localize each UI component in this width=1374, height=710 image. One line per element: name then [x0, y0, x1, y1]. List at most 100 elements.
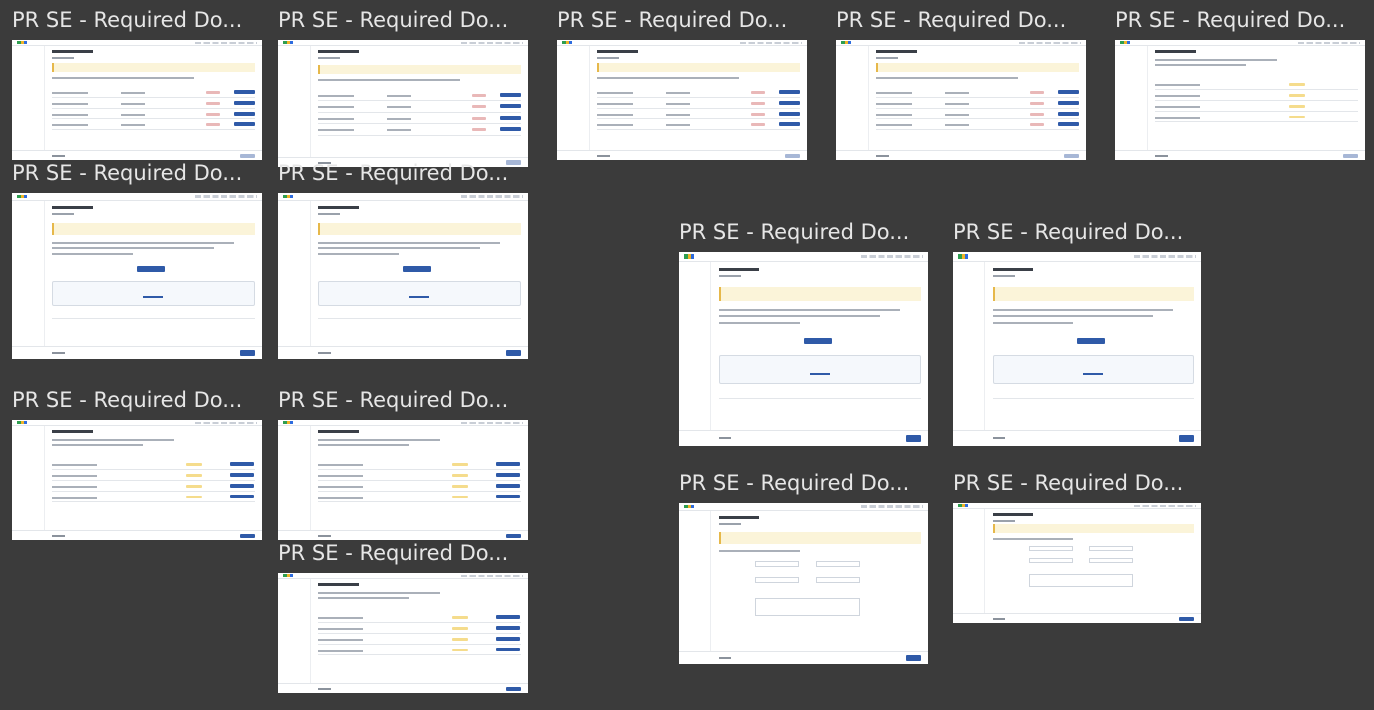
main-content: [52, 49, 255, 148]
sidebar: [278, 579, 311, 693]
header-controls: [460, 195, 523, 199]
submit-button: [239, 153, 255, 158]
browse-button: [409, 296, 430, 299]
instructions: [992, 308, 1174, 311]
page-title: [718, 267, 760, 271]
app-header: [953, 252, 1201, 262]
frame-thumbnail[interactable]: [557, 40, 807, 160]
doc-type: [944, 102, 970, 105]
table-row-divider: [597, 107, 800, 109]
instructions: [52, 252, 133, 255]
info-text: [52, 439, 174, 442]
doc-name: [597, 102, 634, 105]
doc-name: [52, 124, 89, 127]
warning-banner: [318, 64, 521, 75]
doc-name: [318, 106, 355, 109]
text-field: [1089, 546, 1134, 551]
back-link: [597, 154, 610, 157]
sidebar: [1115, 46, 1148, 160]
status-badge: [185, 484, 202, 488]
frame-thumbnail[interactable]: [278, 573, 528, 693]
sidebar: [278, 426, 311, 540]
frame-thumbnail[interactable]: [12, 420, 262, 540]
action-button: [496, 494, 521, 499]
frame-thumbnail[interactable]: [679, 252, 928, 446]
doc-name: [52, 485, 97, 488]
doc-name: [318, 638, 363, 641]
frame-title: PR SE - Required Do...: [278, 388, 509, 412]
frame-title: PR SE - Required Do...: [278, 8, 509, 32]
generate-button: [403, 266, 432, 272]
back-link: [1155, 154, 1168, 157]
table-row-divider: [1155, 110, 1358, 112]
action-button: [496, 483, 521, 488]
doc-type: [120, 113, 146, 116]
status-badge: [451, 637, 468, 641]
back-link: [992, 617, 1006, 620]
info-text: [1155, 64, 1247, 67]
app-logo-icon: [957, 254, 968, 259]
form-intro: [992, 538, 1074, 541]
upload-button: [779, 100, 800, 105]
frame-thumbnail[interactable]: [1115, 40, 1365, 160]
table-row-divider: [318, 654, 521, 656]
instructions: [718, 308, 901, 311]
app-logo-icon: [17, 41, 27, 44]
doc-name: [1155, 105, 1200, 108]
header-controls: [860, 254, 924, 259]
submit-button: [905, 655, 921, 662]
app-header: [1115, 40, 1365, 46]
status-badge: [451, 484, 468, 488]
generate-button: [137, 266, 166, 272]
info-text: [318, 597, 410, 600]
frame-thumbnail[interactable]: [12, 40, 262, 160]
back-link: [318, 534, 331, 537]
status-badge: [451, 473, 468, 477]
page-title: [52, 206, 93, 210]
instructions: [52, 241, 235, 244]
page-subtitle: [318, 57, 341, 60]
app-logo-icon: [283, 41, 293, 44]
doc-name: [1155, 94, 1200, 97]
frame-thumbnail[interactable]: [278, 420, 528, 540]
form-intro: [718, 550, 800, 553]
action-button: [496, 625, 521, 630]
warning-banner: [52, 63, 255, 73]
frame-title: PR SE - Required Do...: [836, 8, 1067, 32]
table-header-divider: [718, 397, 921, 399]
doc-type: [386, 129, 412, 132]
doc-name: [52, 496, 97, 499]
table-row-divider: [318, 643, 521, 645]
frame-thumbnail[interactable]: [679, 503, 928, 664]
doc-type: [386, 117, 412, 120]
frame-thumbnail[interactable]: [278, 40, 528, 167]
action-button: [496, 615, 521, 619]
back-link: [318, 687, 331, 690]
frame-title: PR SE - Required Do...: [679, 471, 910, 495]
frame-thumbnail[interactable]: [836, 40, 1086, 160]
table-row-divider: [318, 501, 521, 503]
table-row-divider: [52, 118, 255, 120]
app-header: [12, 420, 262, 426]
status-badge: [471, 105, 487, 109]
frame-title: PR SE - Required Do...: [12, 8, 243, 32]
table-row-divider: [1155, 121, 1358, 123]
submit-button: [239, 533, 255, 538]
upload-button: [234, 111, 255, 116]
page-title: [52, 429, 93, 433]
warning-banner: [52, 222, 255, 235]
status-badge: [451, 616, 468, 619]
frame-thumbnail[interactable]: [12, 193, 262, 359]
main-content: [52, 206, 255, 342]
sidebar: [278, 46, 311, 167]
frame-thumbnail[interactable]: [278, 193, 528, 359]
status-badge: [1288, 93, 1305, 97]
frame-thumbnail[interactable]: [953, 503, 1201, 623]
notes-textarea: [1028, 573, 1134, 588]
notes-textarea: [755, 597, 860, 617]
frame-title: PR SE - Required Do...: [278, 541, 509, 565]
app-logo-icon: [1120, 41, 1130, 44]
info-text: [1155, 59, 1277, 62]
frame-thumbnail[interactable]: [953, 252, 1201, 446]
status-badge: [451, 626, 468, 630]
